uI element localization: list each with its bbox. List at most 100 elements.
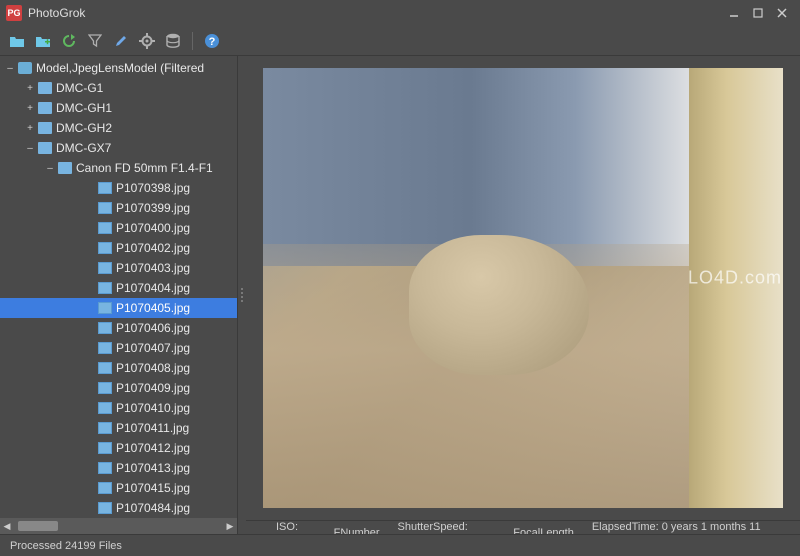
folder-icon bbox=[38, 102, 52, 114]
tree-file-13[interactable]: P1070412.jpg bbox=[0, 438, 237, 458]
photo-curtain bbox=[689, 68, 783, 508]
file-tree[interactable]: –Model,JpegLensModel (Filtered + DMC-G1 + DM… bbox=[0, 56, 237, 518]
tree-toggle-icon[interactable]: – bbox=[24, 142, 36, 154]
tree-toggle-icon[interactable] bbox=[84, 302, 96, 314]
tree-file-11[interactable]: P1070410.jpg bbox=[0, 398, 237, 418]
tree-file-5[interactable]: P1070404.jpg bbox=[0, 278, 237, 298]
minimize-button[interactable] bbox=[722, 4, 746, 22]
horizontal-scrollbar[interactable]: ◀ ▶ bbox=[0, 518, 237, 534]
tree-file-10[interactable]: P1070409.jpg bbox=[0, 378, 237, 398]
tree-toggle-icon[interactable] bbox=[84, 322, 96, 334]
tree-toggle-icon[interactable] bbox=[84, 182, 96, 194]
tree-lens[interactable]: – Canon FD 50mm F1.4-F1 bbox=[0, 158, 237, 178]
tree-label: P1070408.jpg bbox=[116, 361, 190, 375]
tree-label: P1070409.jpg bbox=[116, 381, 190, 395]
tree-label: P1070407.jpg bbox=[116, 341, 190, 355]
img-icon bbox=[98, 342, 112, 354]
folder-icon bbox=[38, 82, 52, 94]
tree-toggle-icon[interactable] bbox=[84, 502, 96, 514]
img-icon bbox=[98, 282, 112, 294]
tree-file-8[interactable]: P1070407.jpg bbox=[0, 338, 237, 358]
folder-add-icon[interactable] bbox=[34, 32, 52, 50]
tree-toggle-icon[interactable]: – bbox=[4, 62, 16, 74]
shutter-field: ShutterSpeed: 1/2000 bbox=[398, 521, 496, 535]
iso-field: ISO: 125 bbox=[276, 521, 316, 535]
tree-file-7[interactable]: P1070406.jpg bbox=[0, 318, 237, 338]
tree-label: DMC-GH2 bbox=[56, 121, 112, 135]
tree-label: DMC-G1 bbox=[56, 81, 103, 95]
tree-file-15[interactable]: P1070415.jpg bbox=[0, 478, 237, 498]
refresh-icon[interactable] bbox=[60, 32, 78, 50]
tree-camera-0[interactable]: + DMC-G1 bbox=[0, 78, 237, 98]
tree-label: P1070405.jpg bbox=[116, 301, 190, 315]
filter-icon[interactable] bbox=[86, 32, 104, 50]
tree-toggle-icon[interactable] bbox=[84, 462, 96, 474]
tree-toggle-icon[interactable] bbox=[84, 362, 96, 374]
scroll-thumb[interactable] bbox=[18, 521, 58, 531]
tree-toggle-icon[interactable] bbox=[84, 482, 96, 494]
app-icon: PG bbox=[6, 5, 22, 21]
toolbar: ? bbox=[0, 26, 800, 56]
tree-label: P1070406.jpg bbox=[116, 321, 190, 335]
tree-label: P1070484.jpg bbox=[116, 501, 190, 515]
tree-file-6[interactable]: P1070405.jpg bbox=[0, 298, 237, 318]
scroll-left-arrow[interactable]: ◀ bbox=[0, 519, 14, 533]
tree-root[interactable]: –Model,JpegLensModel (Filtered bbox=[0, 58, 237, 78]
tree-toggle-icon[interactable]: + bbox=[24, 102, 36, 114]
tree-file-12[interactable]: P1070411.jpg bbox=[0, 418, 237, 438]
tree-file-2[interactable]: P1070400.jpg bbox=[0, 218, 237, 238]
img-icon bbox=[98, 442, 112, 454]
close-button[interactable] bbox=[770, 4, 794, 22]
tree-label: P1070410.jpg bbox=[116, 401, 190, 415]
tree-toggle-icon[interactable] bbox=[84, 262, 96, 274]
tree-toggle-icon[interactable] bbox=[84, 222, 96, 234]
tree-label: P1070399.jpg bbox=[116, 201, 190, 215]
tree-label: Canon FD 50mm F1.4-F1 bbox=[76, 161, 213, 175]
img-icon bbox=[98, 222, 112, 234]
tree-toggle-icon[interactable] bbox=[84, 242, 96, 254]
elapsed-field: ElapsedTime: 0 years 1 months 11 days bbox=[592, 521, 770, 535]
tree-toggle-icon[interactable]: + bbox=[24, 122, 36, 134]
gear-icon[interactable] bbox=[138, 32, 156, 50]
splitter-handle[interactable] bbox=[238, 56, 246, 534]
tree-file-3[interactable]: P1070402.jpg bbox=[0, 238, 237, 258]
scroll-right-arrow[interactable]: ▶ bbox=[223, 519, 237, 533]
tree-file-4[interactable]: P1070403.jpg bbox=[0, 258, 237, 278]
tree-camera-2[interactable]: + DMC-GH2 bbox=[0, 118, 237, 138]
tree-toggle-icon[interactable]: + bbox=[24, 82, 36, 94]
tree-toggle-icon[interactable]: – bbox=[44, 162, 56, 174]
maximize-button[interactable] bbox=[746, 4, 770, 22]
tree-toggle-icon[interactable] bbox=[84, 382, 96, 394]
svg-text:?: ? bbox=[209, 36, 216, 48]
tree-label: P1070402.jpg bbox=[116, 241, 190, 255]
metadata-strip: ISO: 125 FNumber ShutterSpeed: 1/2000 Fo… bbox=[246, 520, 800, 534]
edit-icon[interactable] bbox=[112, 32, 130, 50]
tree-file-9[interactable]: P1070408.jpg bbox=[0, 358, 237, 378]
tree-toggle-icon[interactable] bbox=[84, 342, 96, 354]
img-icon bbox=[98, 402, 112, 414]
tree-toggle-icon[interactable] bbox=[84, 422, 96, 434]
tree-file-1[interactable]: P1070399.jpg bbox=[0, 198, 237, 218]
tree-toggle-icon[interactable] bbox=[84, 202, 96, 214]
fnumber-field: FNumber bbox=[334, 527, 380, 535]
help-icon[interactable]: ? bbox=[203, 32, 221, 50]
tree-toggle-icon[interactable] bbox=[84, 402, 96, 414]
sidebar: –Model,JpegLensModel (Filtered + DMC-G1 + DM… bbox=[0, 56, 238, 534]
tree-camera-1[interactable]: + DMC-GH1 bbox=[0, 98, 237, 118]
database-icon[interactable] bbox=[164, 32, 182, 50]
titlebar: PG PhotoGrok bbox=[0, 0, 800, 26]
tree-file-16[interactable]: P1070484.jpg bbox=[0, 498, 237, 518]
folder-open-icon[interactable] bbox=[8, 32, 26, 50]
tree-label: P1070400.jpg bbox=[116, 221, 190, 235]
tree-label: P1070398.jpg bbox=[116, 181, 190, 195]
tree-label: DMC-GH1 bbox=[56, 101, 112, 115]
image-viewer[interactable] bbox=[246, 56, 800, 520]
tree-file-0[interactable]: P1070398.jpg bbox=[0, 178, 237, 198]
window-title: PhotoGrok bbox=[28, 6, 722, 20]
app-window: PG PhotoGrok ? –Model,JpegLensModel (Fil… bbox=[0, 0, 800, 556]
tree-toggle-icon[interactable] bbox=[84, 442, 96, 454]
tree-toggle-icon[interactable] bbox=[84, 282, 96, 294]
tree-file-14[interactable]: P1070413.jpg bbox=[0, 458, 237, 478]
img-icon bbox=[98, 182, 112, 194]
tree-camera-3[interactable]: –DMC-GX7 bbox=[0, 138, 237, 158]
